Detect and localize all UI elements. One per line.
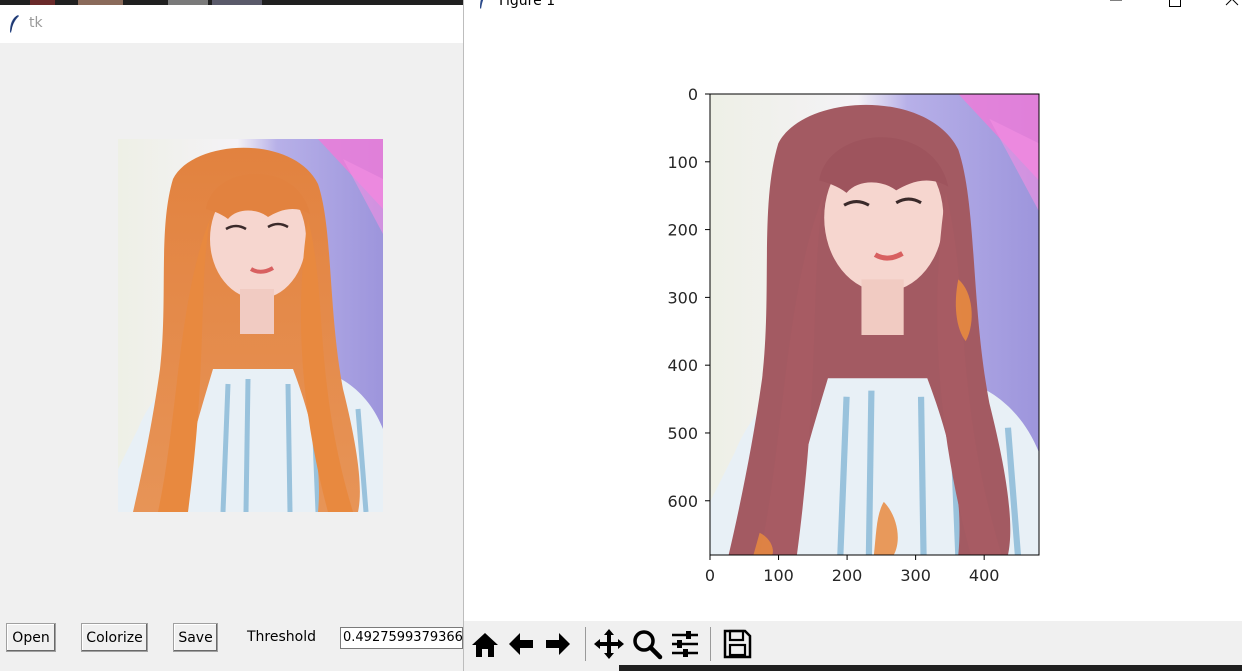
zoom-icon[interactable]	[630, 627, 664, 661]
taskbar-strip	[619, 665, 1242, 671]
threshold-label: Threshold	[247, 629, 316, 645]
tk-window: tk Open Colorize Save Threshold 0.492759…	[0, 5, 463, 671]
y-tick-label: 200	[667, 221, 698, 240]
y-tick-label: 500	[667, 424, 698, 443]
toolbar-separator	[710, 627, 711, 661]
window-title: tk	[29, 15, 43, 31]
configure-subplots-icon[interactable]	[668, 627, 702, 661]
save-figure-icon[interactable]	[720, 627, 754, 661]
figure-window: Figure 1 0 100 200 300 400 0 100 200 300…	[463, 0, 1242, 671]
back-icon[interactable]	[504, 627, 538, 661]
y-tick-label: 600	[667, 492, 698, 511]
y-tick-label: 400	[667, 356, 698, 375]
x-tick-label: 400	[969, 566, 1000, 585]
y-tick-label: 300	[667, 288, 698, 307]
colorize-button[interactable]: Colorize	[81, 623, 148, 652]
recolored-image	[710, 94, 1039, 555]
open-button[interactable]: Open	[6, 623, 56, 652]
x-tick-label: 200	[832, 566, 863, 585]
x-tick-label: 0	[705, 566, 715, 585]
y-tick-label: 100	[667, 153, 698, 172]
tk-feather-icon	[10, 15, 19, 33]
forward-icon[interactable]	[541, 627, 575, 661]
figure-canvas[interactable]: 0 100 200 300 400 0 100 200 300 400 500 600	[464, 0, 1242, 621]
original-photo	[118, 139, 383, 512]
pan-icon[interactable]	[592, 627, 626, 661]
y-tick-label: 0	[688, 85, 698, 104]
navigation-toolbar	[464, 621, 1242, 671]
home-icon[interactable]	[468, 627, 502, 661]
tk-titlebar[interactable]: tk	[0, 5, 463, 43]
save-button[interactable]: Save	[173, 623, 218, 652]
threshold-input[interactable]: 0.4927599379366566	[340, 627, 463, 649]
x-tick-label: 300	[900, 566, 931, 585]
toolbar-separator	[585, 627, 586, 661]
x-tick-label: 100	[763, 566, 794, 585]
